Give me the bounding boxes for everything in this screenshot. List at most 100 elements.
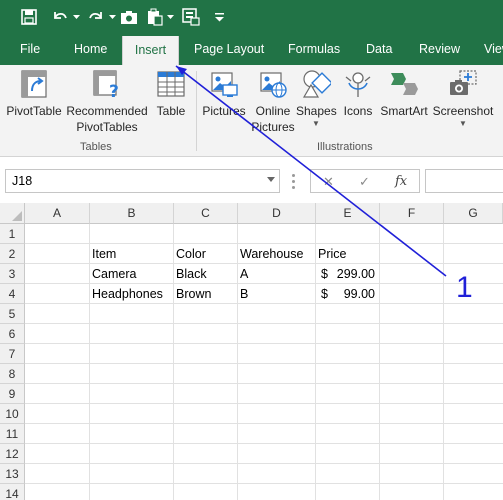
enter-icon[interactable]: ✓ (359, 174, 370, 190)
shapes-dropdown-icon: ▼ (312, 119, 320, 128)
column-header-d[interactable]: D (238, 203, 316, 224)
gridline (25, 483, 503, 484)
recommended-pivottables-icon: ? (92, 69, 122, 102)
pictures-icon (209, 69, 239, 99)
tab-formulas[interactable]: Formulas (288, 34, 340, 65)
row-header-1[interactable]: 1 (0, 224, 25, 244)
formula-input[interactable] (425, 169, 503, 193)
column-header-b[interactable]: B (90, 203, 174, 224)
currency-symbol: $ (321, 287, 328, 301)
tab-data[interactable]: Data (366, 34, 392, 65)
row-header-6[interactable]: 6 (0, 324, 25, 344)
insert-function-icon[interactable]: fx (395, 174, 407, 189)
pivottable-icon (19, 69, 49, 99)
online-pictures-button[interactable]: Online Pictures (250, 69, 296, 135)
pivottable-button[interactable]: PivotTable (5, 69, 63, 119)
gridline (25, 403, 503, 404)
icons-button[interactable]: Icons (340, 69, 376, 119)
column-header-c[interactable]: C (174, 203, 238, 224)
recommended-pivottables-button[interactable]: ? Recommended PivotTables (64, 69, 150, 135)
undo-dropdown-icon[interactable] (72, 6, 80, 28)
row-header-12[interactable]: 12 (0, 444, 25, 464)
shapes-button[interactable]: Shapes ▼ (296, 69, 337, 129)
group-label-tables: Tables (80, 141, 112, 153)
redo-dropdown-icon[interactable] (108, 6, 116, 28)
customize-icon[interactable] (212, 6, 226, 28)
select-all-corner[interactable] (0, 203, 25, 224)
gridline (25, 263, 503, 264)
table-button[interactable]: Table (153, 69, 189, 119)
screenshot-button[interactable]: Screenshot ▼ (432, 69, 494, 129)
pivottable-label: PivotTable (6, 104, 62, 118)
tab-view[interactable]: View (484, 34, 503, 65)
camera-icon[interactable] (118, 6, 140, 28)
row-header-10[interactable]: 10 (0, 404, 25, 424)
icons-icon (343, 69, 373, 99)
tab-page-layout[interactable]: Page Layout (194, 34, 264, 65)
tab-home[interactable]: Home (74, 34, 107, 65)
column-header-g[interactable]: G (444, 203, 503, 224)
row-header-5[interactable]: 5 (0, 304, 25, 324)
paste-special-icon[interactable] (144, 6, 166, 28)
smartart-label: SmartArt (380, 104, 428, 118)
shapes-icon (301, 69, 333, 99)
gridline (25, 423, 503, 424)
row-header-13[interactable]: 13 (0, 464, 25, 484)
shapes-label: Shapes (296, 104, 337, 118)
tab-file[interactable]: File (20, 34, 40, 65)
ribbon-tabs: File Home Insert Page Layout Formulas Da… (0, 34, 503, 65)
undo-icon[interactable] (48, 6, 72, 28)
cancel-icon[interactable]: ✕ (323, 174, 334, 190)
online-label-2: Pictures (251, 120, 295, 134)
cell-d2[interactable]: Warehouse (237, 244, 315, 264)
row-header-3[interactable]: 3 (0, 264, 25, 284)
recommended-label-2: PivotTables (76, 120, 138, 134)
cell-b3[interactable]: Camera (89, 264, 173, 284)
form-icon[interactable] (180, 6, 202, 28)
row-header-9[interactable]: 9 (0, 384, 25, 404)
row-header-14[interactable]: 14 (0, 484, 25, 500)
screenshot-label: Screenshot (432, 104, 494, 118)
cell-e2[interactable]: Price (315, 244, 379, 264)
cell-e4[interactable]: $ 99.00 (315, 284, 379, 304)
save-icon[interactable] (18, 6, 40, 28)
pictures-button[interactable]: Pictures (201, 69, 247, 119)
row-header-11[interactable]: 11 (0, 424, 25, 444)
cell-c4[interactable]: Brown (173, 284, 237, 304)
smartart-button[interactable]: SmartArt (378, 69, 430, 119)
cell-c3[interactable]: Black (173, 264, 237, 284)
icons-label: Icons (343, 104, 373, 118)
paste-dropdown-icon[interactable] (166, 6, 174, 28)
gridline (25, 343, 503, 344)
cell-e3[interactable]: $ 299.00 (315, 264, 379, 284)
formula-bar-grip[interactable] (292, 171, 295, 191)
column-header-f[interactable]: F (380, 203, 444, 224)
gridline (25, 363, 503, 364)
price-value: 99.00 (343, 287, 375, 301)
gridline (25, 323, 503, 324)
row-header-8[interactable]: 8 (0, 364, 25, 384)
worksheet-grid: A B C D E F G Item Color Warehouse Price… (0, 203, 503, 500)
name-box[interactable]: J18 (5, 169, 280, 193)
cell-c2[interactable]: Color (173, 244, 237, 264)
cell-d4[interactable]: B (237, 284, 315, 304)
tab-review[interactable]: Review (419, 34, 460, 65)
gridline (379, 224, 380, 500)
row-header-7[interactable]: 7 (0, 344, 25, 364)
tab-view-clip: View (484, 34, 503, 65)
redo-icon[interactable] (84, 6, 108, 28)
group-separator (196, 71, 197, 151)
annotation-number: 1 (456, 271, 473, 304)
name-box-dropdown-icon[interactable] (267, 177, 275, 182)
cell-b4[interactable]: Headphones (89, 284, 173, 304)
cell-b2[interactable]: Item (89, 244, 173, 264)
group-label-illustrations: Illustrations (317, 141, 373, 153)
row-header-2[interactable]: 2 (0, 244, 25, 264)
column-header-a[interactable]: A (25, 203, 90, 224)
column-header-e[interactable]: E (316, 203, 380, 224)
cell-d3[interactable]: A (237, 264, 315, 284)
tab-insert[interactable]: Insert (122, 36, 179, 65)
row-header-4[interactable]: 4 (0, 284, 25, 304)
formula-bar: J18 ✕ ✓ fx (0, 157, 503, 203)
recommended-label-1: Recommended (66, 104, 148, 118)
